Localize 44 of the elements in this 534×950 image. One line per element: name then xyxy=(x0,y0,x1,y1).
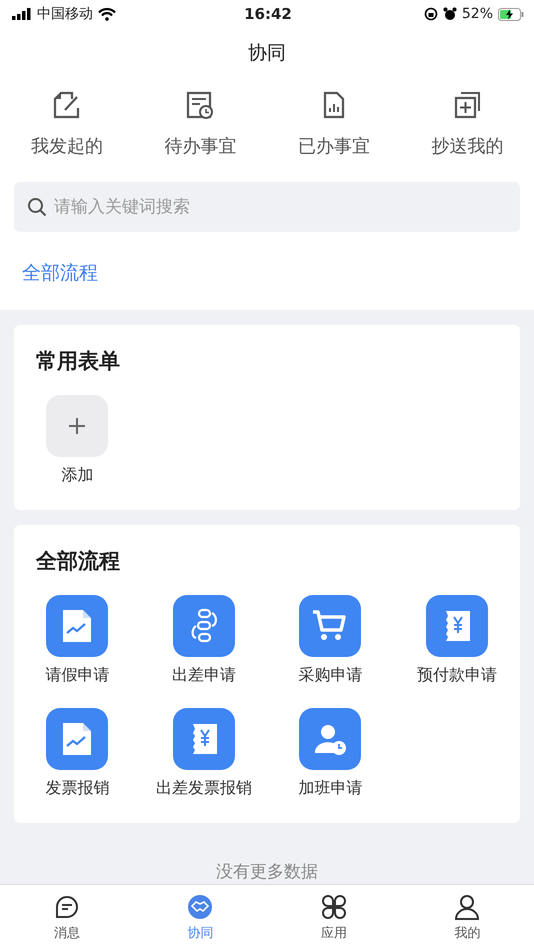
wifi-icon xyxy=(98,8,116,20)
yen-receipt-icon xyxy=(172,708,235,770)
form-item[interactable]: 请假申请 xyxy=(14,595,140,686)
clock-time: 16:42 xyxy=(244,5,292,23)
section-title: 常用表单 xyxy=(36,348,120,375)
yen-receipt-icon xyxy=(426,595,488,657)
form-item[interactable]: 出差发票报销 xyxy=(140,708,267,799)
nav-tab[interactable]: 消息 xyxy=(0,885,134,950)
quick-action-button[interactable]: 已办事宜 xyxy=(267,84,400,164)
document-pen-icon xyxy=(52,90,82,120)
document-clock-icon xyxy=(185,90,216,120)
form-item[interactable]: 出差申请 xyxy=(140,595,267,686)
page-title: 协同 xyxy=(248,41,286,66)
form-item[interactable]: 采购申请 xyxy=(267,595,394,686)
tab[interactable]: 全部流程 xyxy=(20,252,100,310)
quick-action-button[interactable]: 待办事宜 xyxy=(134,84,267,164)
signal-icon xyxy=(12,8,32,20)
section-title: 全部流程 xyxy=(36,548,120,575)
form-item[interactable]: 预付款申请 xyxy=(394,595,520,686)
battery-charging-icon xyxy=(498,8,524,20)
no-more-data-text: 没有更多数据 xyxy=(215,861,319,883)
search-field[interactable]: 请输入关键词搜索 xyxy=(14,182,520,232)
quick-action-button[interactable]: 我发起的 xyxy=(0,84,134,164)
carrier-name: 中国移动 xyxy=(37,5,93,23)
quick-action-button[interactable]: 抄送我的 xyxy=(400,84,534,164)
battery-percent: 52% xyxy=(462,6,493,22)
search-icon xyxy=(27,197,47,217)
user-clock-icon xyxy=(299,708,362,770)
form-item[interactable]: 添加 xyxy=(14,395,140,486)
cart-icon xyxy=(299,595,362,657)
four-petal-icon xyxy=(320,894,347,920)
rotation-lock-icon xyxy=(424,7,438,21)
plus-icon xyxy=(46,395,108,457)
chat-bubble-icon xyxy=(54,894,80,920)
copy-plus-icon xyxy=(452,90,482,120)
document-chart-icon xyxy=(46,708,108,770)
document-chart-icon xyxy=(46,595,108,657)
flow-steps-icon xyxy=(172,595,235,657)
form-item[interactable]: 加班申请 xyxy=(267,708,394,799)
nav-tab[interactable]: 应用 xyxy=(267,885,400,950)
nav-tab[interactable]: 协同 xyxy=(134,885,267,950)
nav-tab[interactable]: 我的 xyxy=(400,885,534,950)
form-item[interactable]: 发票报销 xyxy=(14,708,140,799)
person-icon xyxy=(454,894,480,920)
